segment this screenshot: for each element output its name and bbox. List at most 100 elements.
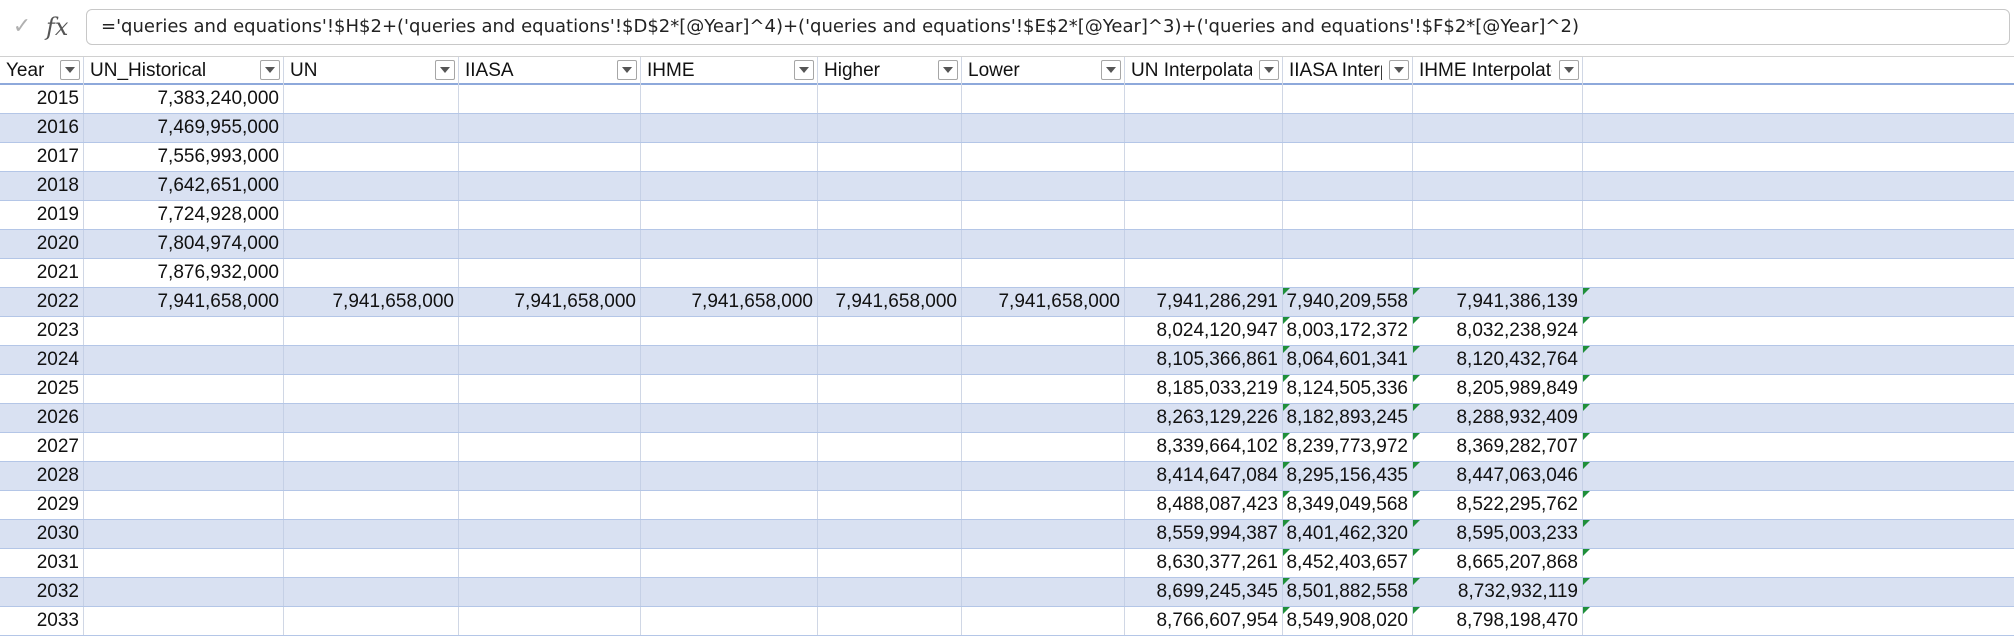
cell-ihme-interpolated[interactable] [1413,172,1583,200]
cell-lower[interactable] [962,607,1125,635]
cell-offscreen[interactable] [1583,404,2014,432]
cell-ihme-interpolated[interactable]: 8,205,989,849 [1413,375,1583,403]
column-header-ihme-interpolated[interactable]: IHME Interpolated [1413,57,1583,85]
cell-un-historical[interactable]: 7,642,651,000 [84,172,284,200]
filter-dropdown-icon[interactable] [794,60,814,80]
cell-iiasa-interpolated[interactable] [1283,114,1413,142]
cell-iiasa-interpolated[interactable]: 8,401,462,320 [1283,520,1413,548]
cell-lower[interactable] [962,114,1125,142]
cell-iiasa[interactable] [459,607,641,635]
cell-ihme-interpolated[interactable]: 8,798,198,470 [1413,607,1583,635]
error-indicator-icon[interactable] [1583,404,1590,411]
cell-higher[interactable] [818,259,962,287]
cell-lower[interactable] [962,172,1125,200]
cell-iiasa-interpolated[interactable]: 7,940,209,558 [1283,288,1413,316]
error-indicator-icon[interactable] [1583,491,1590,498]
cell-higher[interactable] [818,230,962,258]
column-header-year[interactable]: Year [0,57,84,85]
cell-offscreen[interactable] [1583,288,2014,316]
cell-iiasa-interpolated[interactable] [1283,85,1413,113]
cell-un[interactable] [284,85,459,113]
column-header-un-historical[interactable]: UN_Historical [84,57,284,85]
cell-un-historical[interactable]: 7,724,928,000 [84,201,284,229]
cell-offscreen[interactable] [1583,607,2014,635]
cell-un-interpolated[interactable]: 8,263,129,226 [1125,404,1283,432]
filter-dropdown-icon[interactable] [938,60,958,80]
cell-ihme[interactable] [641,259,818,287]
error-indicator-icon[interactable] [1583,433,1590,440]
cell-year[interactable]: 2033 [0,607,84,635]
cell-iiasa-interpolated[interactable] [1283,259,1413,287]
cell-un-historical[interactable] [84,607,284,635]
error-indicator-icon[interactable] [1583,520,1590,527]
cell-higher[interactable] [818,375,962,403]
error-indicator-icon[interactable] [1413,317,1420,324]
cell-un-interpolated[interactable]: 8,024,120,947 [1125,317,1283,345]
cell-offscreen[interactable] [1583,346,2014,374]
cell-iiasa-interpolated[interactable]: 8,003,172,372 [1283,317,1413,345]
cell-ihme-interpolated[interactable] [1413,85,1583,113]
cell-un-historical[interactable]: 7,876,932,000 [84,259,284,287]
cell-un[interactable] [284,114,459,142]
cell-iiasa[interactable] [459,549,641,577]
cell-offscreen[interactable] [1583,317,2014,345]
cell-iiasa[interactable] [459,433,641,461]
error-indicator-icon[interactable] [1413,288,1420,295]
cell-un-historical[interactable] [84,317,284,345]
error-indicator-icon[interactable] [1583,375,1590,382]
cell-un-historical[interactable] [84,404,284,432]
cell-higher[interactable] [818,578,962,606]
cell-iiasa[interactable] [459,520,641,548]
cell-iiasa[interactable] [459,230,641,258]
cell-iiasa-interpolated[interactable]: 8,124,505,336 [1283,375,1413,403]
cell-un-historical[interactable]: 7,804,974,000 [84,230,284,258]
cell-lower[interactable] [962,259,1125,287]
cell-ihme-interpolated[interactable] [1413,259,1583,287]
error-indicator-icon[interactable] [1283,578,1290,585]
cell-higher[interactable] [818,317,962,345]
error-indicator-icon[interactable] [1413,462,1420,469]
filter-dropdown-icon[interactable] [1259,60,1279,80]
column-header-iiasa[interactable]: IIASA [459,57,641,85]
cell-un[interactable] [284,520,459,548]
cell-year[interactable]: 2022 [0,288,84,316]
cell-un[interactable]: 7,941,658,000 [284,288,459,316]
error-indicator-icon[interactable] [1583,549,1590,556]
cell-ihme-interpolated[interactable]: 8,369,282,707 [1413,433,1583,461]
cell-ihme[interactable] [641,230,818,258]
cell-lower[interactable] [962,549,1125,577]
cell-un[interactable] [284,201,459,229]
cell-lower[interactable] [962,201,1125,229]
cell-offscreen[interactable] [1583,578,2014,606]
cell-un[interactable] [284,172,459,200]
cell-un[interactable] [284,404,459,432]
cell-un-interpolated[interactable]: 8,185,033,219 [1125,375,1283,403]
cell-ihme[interactable] [641,520,818,548]
cell-un[interactable] [284,491,459,519]
cell-un[interactable] [284,375,459,403]
error-indicator-icon[interactable] [1583,462,1590,469]
cell-un-interpolated[interactable]: 8,414,647,084 [1125,462,1283,490]
cell-year[interactable]: 2018 [0,172,84,200]
cell-ihme[interactable] [641,578,818,606]
cell-ihme-interpolated[interactable]: 8,288,932,409 [1413,404,1583,432]
cell-offscreen[interactable] [1583,201,2014,229]
error-indicator-icon[interactable] [1283,549,1290,556]
cell-un-interpolated[interactable]: 7,941,286,291 [1125,288,1283,316]
column-header-offscreen[interactable] [1583,57,2014,85]
cell-ihme-interpolated[interactable]: 8,032,238,924 [1413,317,1583,345]
cell-un-historical[interactable] [84,578,284,606]
cell-offscreen[interactable] [1583,114,2014,142]
cell-iiasa-interpolated[interactable]: 8,549,908,020 [1283,607,1413,635]
cell-iiasa-interpolated[interactable]: 8,182,893,245 [1283,404,1413,432]
error-indicator-icon[interactable] [1283,462,1290,469]
cell-year[interactable]: 2028 [0,462,84,490]
cell-lower[interactable] [962,491,1125,519]
cell-ihme-interpolated[interactable]: 8,665,207,868 [1413,549,1583,577]
cell-higher[interactable] [818,607,962,635]
cell-higher[interactable] [818,491,962,519]
cell-iiasa[interactable] [459,201,641,229]
cell-year[interactable]: 2019 [0,201,84,229]
cell-un-historical[interactable] [84,433,284,461]
error-indicator-icon[interactable] [1413,549,1420,556]
